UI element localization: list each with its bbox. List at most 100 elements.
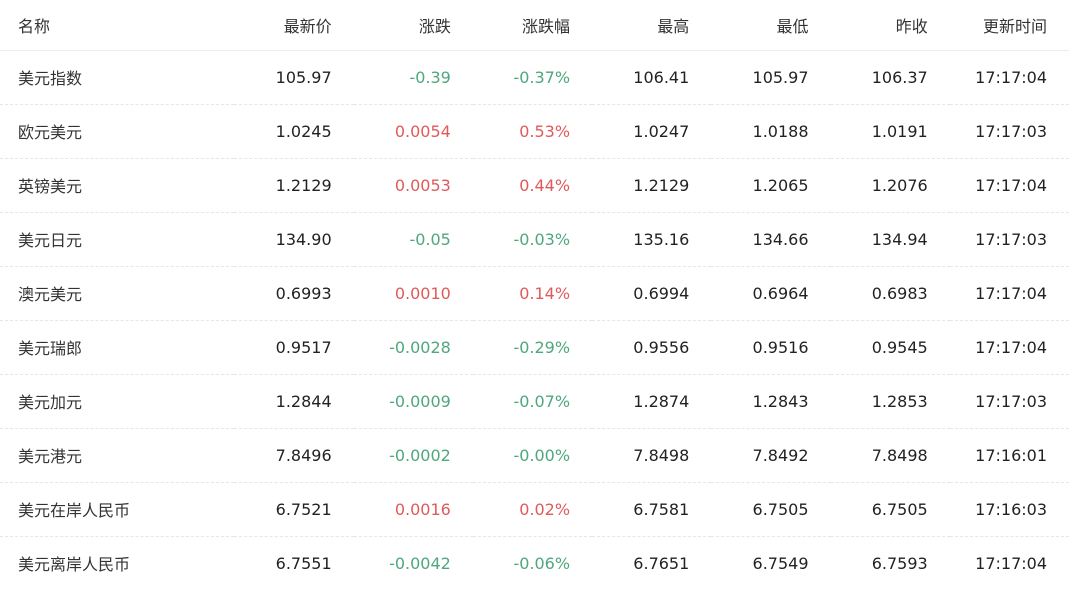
cell-low: 0.6964 [711,266,831,321]
cell-update-time: 17:17:04 [949,158,1069,213]
header-latest: 最新价 [234,0,354,51]
cell-latest: 0.6993 [234,266,354,321]
table-row[interactable]: 美元港元 7.8496 -0.0002 -0.00% 7.8498 7.8492 7.849… [0,428,1069,483]
cell-name[interactable]: 澳元美元 [0,266,235,321]
header-change: 涨跌 [353,0,473,51]
cell-prev-close: 1.0191 [830,104,950,159]
header-name: 名称 [0,0,235,51]
cell-prev-close: 6.7593 [871,553,928,573]
table-row[interactable]: 澳元美元 0.6993 0.0010 0.14% 0.6994 0.6964 0.6983 1… [0,266,1069,321]
cell-change: -0.39 [353,50,473,105]
table-row[interactable]: 美元瑞郎 0.9517 -0.0028 -0.29% 0.9556 0.9516 0.954… [0,320,1069,375]
cell-update-time: 17:17:03 [949,374,1069,429]
cell-name[interactable]: 美元在岸人民币 [0,482,235,537]
cell-latest: 7.8496 [234,428,354,483]
header-low: 最低 [711,0,831,51]
cell-name[interactable]: 美元港元 [0,428,235,483]
cell-change-pct: 0.44% [472,158,593,213]
cell-name[interactable]: 美元瑞郎 [0,320,235,375]
cell-prev-close: 134.94 [830,212,950,267]
table-row[interactable]: 美元加元 1.2844 -0.0009 -0.07% 1.2874 1.2843 1.285… [0,374,1069,429]
cell-prev-close: 106.37 [830,50,950,105]
cell-change: -0.0009 [353,374,473,429]
cell-prev-close: 1.2076 [830,158,950,213]
header-high: 最高 [592,0,712,51]
cell-change-pct: -0.03% [472,212,593,267]
cell-high: 6.7651 [633,553,690,573]
cell-change-pct: -0.29% [472,320,593,375]
cell-low: 6.7505 [711,482,831,537]
cell-latest: 0.9517 [234,320,354,375]
cell-low: 0.9516 [711,320,831,375]
cell-change: -0.0002 [353,428,473,483]
cell-change: 0.0010 [353,266,473,321]
cell-latest: 6.7521 [234,482,354,537]
cell-change-pct: 0.14% [472,266,593,321]
cell-high: 1.2874 [592,374,712,429]
cell-change-pct: 0.02% [472,482,593,537]
table-row[interactable]: 美元指数 105.97 -0.39 -0.37% 106.41 105.97 106.37 1… [0,50,1069,105]
cell-change: -0.0028 [353,320,473,375]
cell-update-time: 17:17:03 [949,212,1069,267]
cell-low: 6.7549 [752,553,809,573]
cell-update-time: 17:17:04 [949,320,1069,375]
cell-change-pct: -0.07% [472,374,593,429]
cell-high: 106.41 [592,50,712,105]
cell-low: 7.8492 [711,428,831,483]
cell-high: 0.6994 [592,266,712,321]
cell-name[interactable]: 美元加元 [0,374,235,429]
cell-low: 105.97 [711,50,831,105]
table-row[interactable]: 美元离岸人民币 6.7551 -0.0042 -0.06% 6.7651 6.7549 6.… [0,536,1069,590]
table-row[interactable]: 美元日元 134.90 -0.05 -0.03% 135.16 134.66 134.94 1… [0,212,1069,267]
cell-update-time: 17:17:04 [949,50,1069,105]
cell-prev-close: 0.6983 [830,266,950,321]
cell-name[interactable]: 欧元美元 [0,104,235,159]
cell-low: 1.2843 [711,374,831,429]
cell-change: 0.0054 [353,104,473,159]
cell-latest: 1.2129 [234,158,354,213]
cell-latest: 1.2844 [234,374,354,429]
cell-high: 6.7581 [592,482,712,537]
cell-update-time: 17:16:03 [949,482,1069,537]
cell-change-pct: -0.00% [472,428,593,483]
cell-latest: 105.97 [234,50,354,105]
cell-name[interactable]: 美元指数 [0,50,235,105]
cell-high: 1.0247 [592,104,712,159]
cell-change: 0.0016 [353,482,473,537]
cell-prev-close: 7.8498 [830,428,950,483]
table-row[interactable]: 美元在岸人民币 6.7521 0.0016 0.02% 6.7581 6.7505 6.75… [0,482,1069,537]
cell-high: 1.2129 [592,158,712,213]
cell-high: 135.16 [592,212,712,267]
cell-change: -0.0042 [389,553,451,573]
cell-latest: 134.90 [234,212,354,267]
cell-change: -0.05 [353,212,473,267]
cell-low: 1.0188 [711,104,831,159]
forex-quote-table: 名称 最新价 涨跌 涨跌幅 最高 最低 昨收 更新时间 美元指数 105.97 -0… [0,0,1069,590]
cell-prev-close: 6.7505 [830,482,950,537]
cell-latest: 1.0245 [234,104,354,159]
cell-change: 0.0053 [353,158,473,213]
cell-update-time: 17:17:04 [949,266,1069,321]
cell-change-pct: -0.06% [513,553,571,573]
cell-name[interactable]: 英镑美元 [0,158,235,213]
cell-update-time: 17:16:01 [949,428,1069,483]
table-body: 美元指数 105.97 -0.39 -0.37% 106.41 105.97 106.37 1… [0,50,1069,590]
cell-change-pct: -0.37% [472,50,593,105]
cell-update-time: 17:17:04 [975,553,1047,573]
table-row[interactable]: 欧元美元 1.0245 0.0054 0.53% 1.0247 1.0188 1.0191 1… [0,104,1069,159]
cell-prev-close: 1.2853 [830,374,950,429]
header-prev-close: 昨收 [830,0,950,51]
cell-high: 7.8498 [592,428,712,483]
cell-latest: 6.7551 [275,553,332,573]
table-row[interactable]: 英镑美元 1.2129 0.0053 0.44% 1.2129 1.2065 1.2076 1… [0,158,1069,213]
table-header-row: 名称 最新价 涨跌 涨跌幅 最高 最低 昨收 更新时间 [0,0,1069,51]
cell-name[interactable]: 美元离岸人民币 [0,536,234,590]
cell-update-time: 17:17:03 [949,104,1069,159]
cell-name[interactable]: 美元日元 [0,212,235,267]
header-change-pct: 涨跌幅 [472,0,593,51]
header-update-time: 更新时间 [949,0,1069,51]
cell-high: 0.9556 [592,320,712,375]
cell-prev-close: 0.9545 [830,320,950,375]
cell-low: 134.66 [711,212,831,267]
cell-low: 1.2065 [711,158,831,213]
